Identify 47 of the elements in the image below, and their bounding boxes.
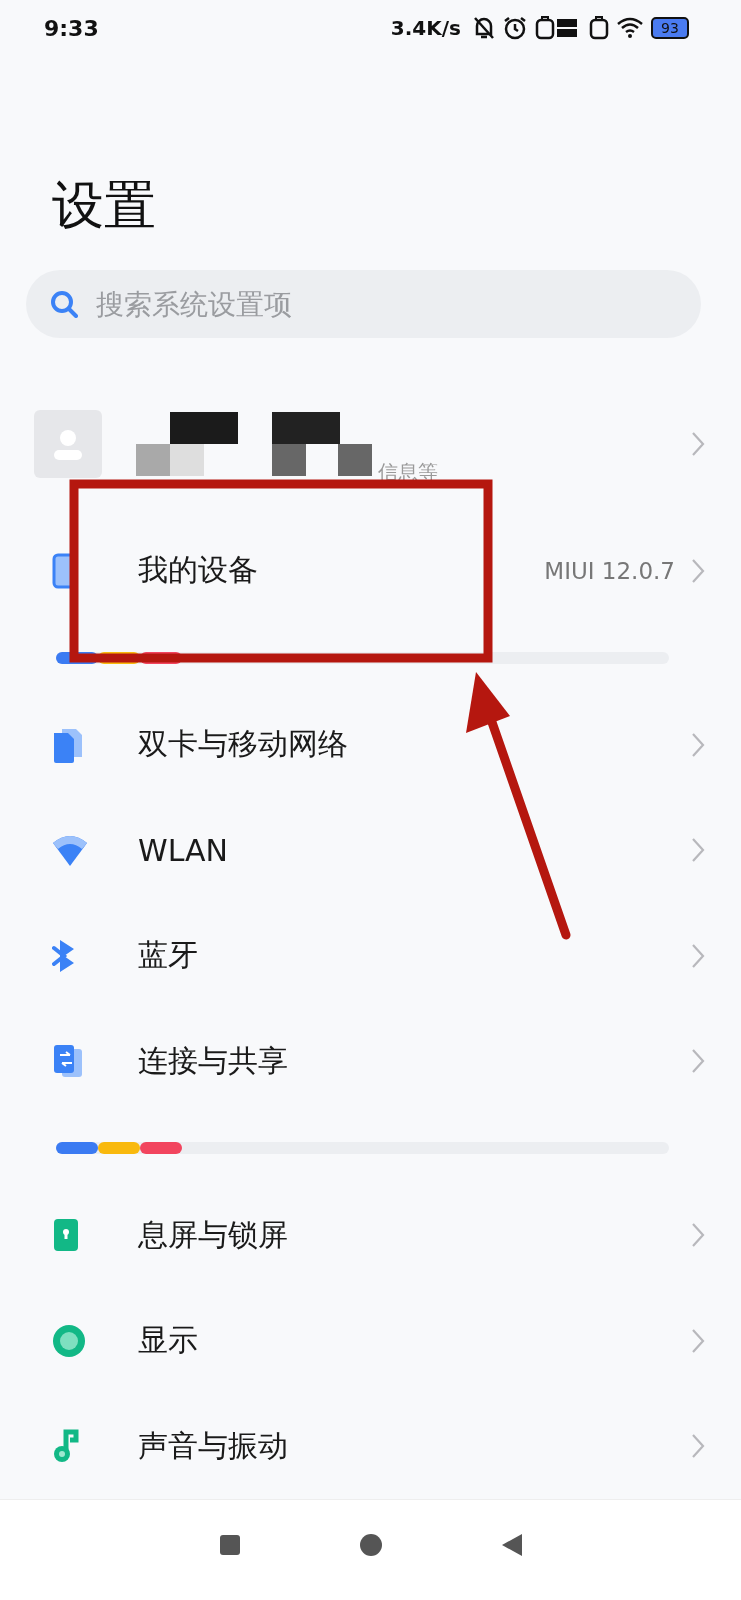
chevron-icon: [691, 557, 705, 584]
row-label: 声音与振动: [138, 1426, 289, 1465]
row-label: 连接与共享: [138, 1041, 289, 1080]
row-label: 双卡与移动网络: [138, 725, 349, 763]
network-speed: 3.4K/s: [390, 16, 461, 40]
display-icon: [52, 1323, 86, 1358]
back-button[interactable]: [501, 1534, 522, 1556]
chevron-icon: [691, 731, 705, 758]
wifi-icon: [52, 833, 88, 868]
status-time: 9:33: [44, 15, 100, 41]
row-label: 蓝牙: [138, 936, 199, 975]
battery-level: 93: [651, 17, 689, 39]
settings-row[interactable]: 息屏与锁屏: [0, 1182, 741, 1288]
settings-row[interactable]: 显示: [0, 1287, 741, 1394]
sim-card-icon: [52, 726, 84, 763]
search-icon: [50, 290, 78, 319]
chevron-icon: [691, 1222, 705, 1249]
bell-off-icon: [473, 16, 495, 40]
row-label: 我的设备: [138, 551, 259, 589]
settings-row[interactable]: 蓝牙: [0, 902, 741, 1009]
chevron-icon: [691, 1048, 705, 1075]
row-label: 显示: [138, 1321, 199, 1360]
chevron-icon: [691, 1433, 705, 1460]
settings-row[interactable]: WLAN: [0, 797, 741, 903]
row-value: MIUI 12.0.7: [544, 557, 675, 584]
chevron-icon: [691, 942, 705, 969]
alarm-clock-icon: [503, 16, 527, 40]
settings-row[interactable]: 声音与振动: [0, 1393, 741, 1499]
wifi-icon: [617, 17, 643, 39]
music-note-icon: [52, 1428, 82, 1465]
settings-row[interactable]: 双卡与移动网络: [0, 691, 741, 798]
page-title: 设置: [52, 175, 157, 235]
chevron-icon: [691, 1327, 705, 1354]
row-label: WLAN: [138, 832, 230, 868]
share-icon: [52, 1043, 84, 1080]
settings-row[interactable]: 我的设备 MIUI 12.0.7: [0, 517, 741, 624]
lock-screen-icon: [52, 1217, 80, 1254]
search-field[interactable]: 搜索系统设置项: [94, 286, 677, 322]
recents-button[interactable]: [219, 1535, 240, 1555]
home-button[interactable]: [359, 1534, 382, 1556]
sim-signal-icon: [589, 16, 609, 40]
chevron-icon: [691, 837, 705, 864]
avatar-icon: [34, 410, 102, 479]
settings-row[interactable]: 连接与共享: [0, 1008, 741, 1114]
row-label: 息屏与锁屏: [138, 1215, 289, 1254]
search-bar[interactable]: 搜索系统设置项: [26, 270, 701, 339]
chevron-icon: [691, 431, 705, 458]
